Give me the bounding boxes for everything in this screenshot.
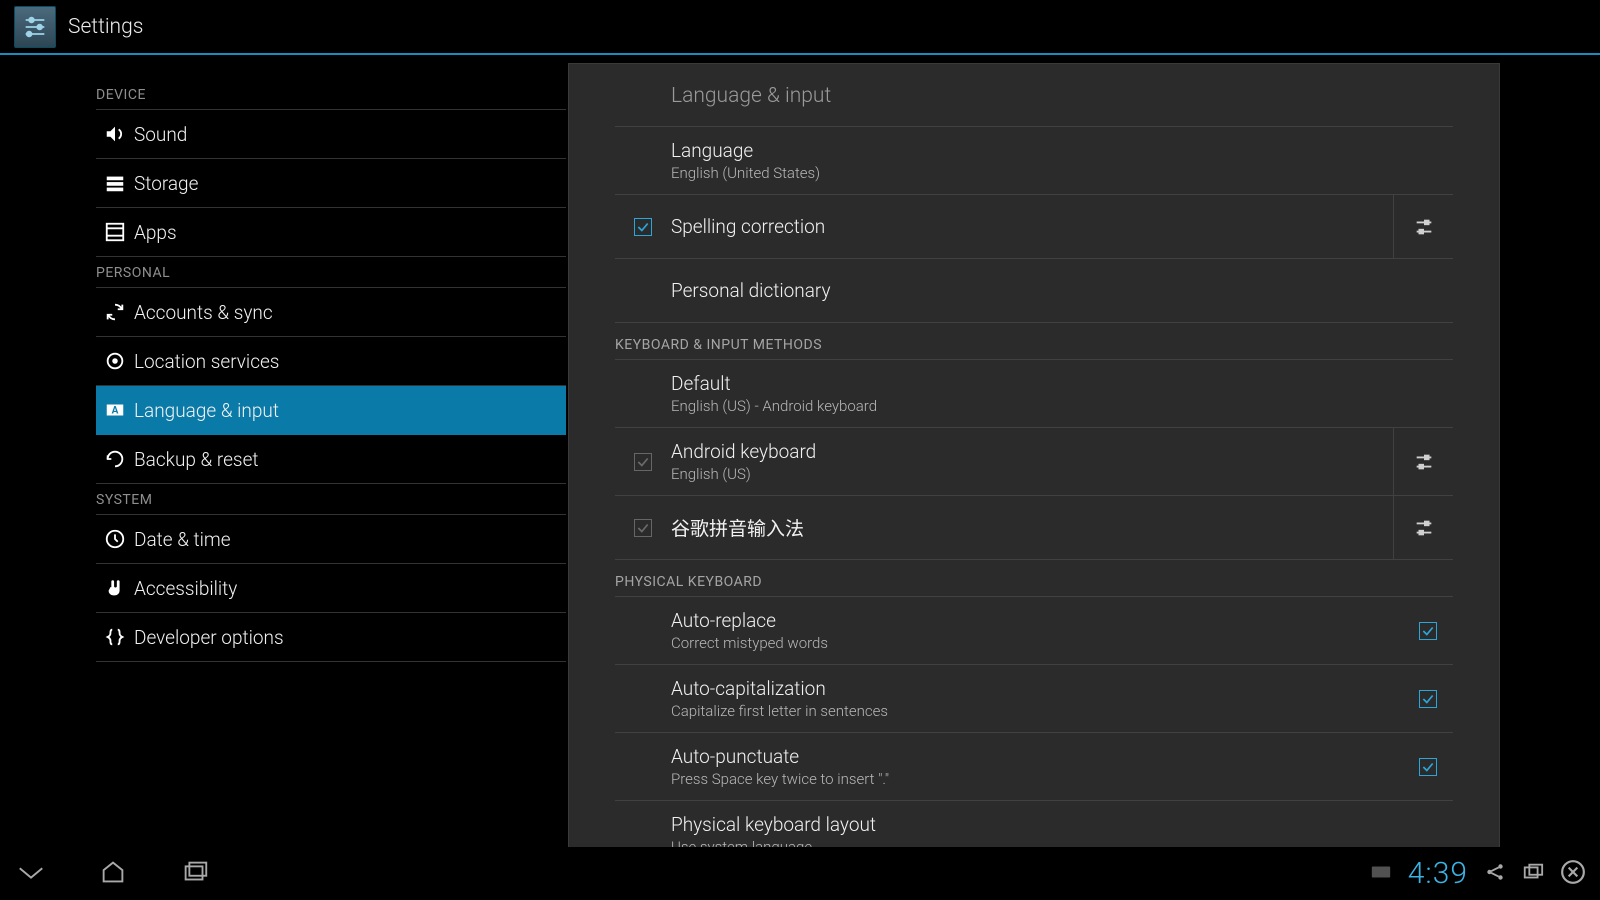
- ime-android-settings-button[interactable]: [1393, 428, 1453, 495]
- nav-item-backup[interactable]: Backup & reset: [96, 435, 566, 484]
- close-button[interactable]: [1560, 859, 1586, 889]
- home-button[interactable]: [98, 857, 128, 891]
- section-header-keyboard: KEYBOARD & INPUT METHODS: [615, 323, 1453, 360]
- row-default-ime[interactable]: Default English (US) - Android keyboard: [615, 360, 1453, 428]
- recent-apps-button[interactable]: [180, 857, 210, 891]
- checkbox-ime-pinyin[interactable]: [634, 519, 652, 537]
- hand-icon: [98, 577, 132, 599]
- checkbox-ime-android[interactable]: [634, 453, 652, 471]
- nav-item-accounts[interactable]: Accounts & sync: [96, 288, 566, 337]
- nav-item-developer[interactable]: Developer options: [96, 613, 566, 662]
- row-label: Auto-replace: [671, 609, 1403, 632]
- row-value: Correct mistyped words: [671, 634, 1403, 652]
- ime-pinyin-settings-button[interactable]: [1393, 496, 1453, 559]
- back-button[interactable]: [16, 857, 46, 891]
- nav-header-personal: PERSONAL: [96, 257, 566, 288]
- row-ime-google-pinyin[interactable]: 谷歌拼音输入法: [615, 496, 1453, 560]
- checkbox-spelling[interactable]: [634, 218, 652, 236]
- row-value: English (United States): [671, 164, 1453, 182]
- nav-header-system: SYSTEM: [96, 484, 566, 515]
- row-value: English (US): [671, 465, 1393, 483]
- nav-item-label: Backup & reset: [134, 448, 259, 471]
- nav-item-label: Accessibility: [134, 577, 237, 600]
- status-clock[interactable]: 4:39: [1408, 856, 1468, 891]
- detail-panel: Language & input Language English (Unite…: [568, 63, 1500, 853]
- svg-text:A: A: [112, 406, 119, 417]
- nav-item-label: Location services: [134, 350, 279, 373]
- nav-item-label: Sound: [134, 123, 187, 146]
- row-language[interactable]: Language English (United States): [615, 127, 1453, 195]
- settings-nav: DEVICE Sound Storage Apps PERSONAL Accou: [0, 57, 566, 847]
- apps-icon: [98, 221, 132, 243]
- row-label: Android keyboard: [671, 440, 1393, 463]
- row-label: Physical keyboard layout: [671, 813, 1453, 836]
- keyboard-a-icon: A: [98, 399, 132, 421]
- row-value: English (US) - Android keyboard: [671, 397, 1453, 415]
- pane-title: Language & input: [615, 64, 1453, 127]
- row-auto-replace[interactable]: Auto-replace Correct mistyped words: [615, 597, 1453, 665]
- ime-indicator-icon[interactable]: [1370, 861, 1392, 887]
- nav-item-label: Accounts & sync: [134, 301, 273, 324]
- row-label: 谷歌拼音输入法: [671, 514, 1393, 541]
- braces-icon: [98, 626, 132, 648]
- nav-item-datetime[interactable]: Date & time: [96, 515, 566, 564]
- checkbox-auto-punct[interactable]: [1419, 758, 1437, 776]
- row-label: Default: [671, 372, 1453, 395]
- row-label: Spelling correction: [671, 215, 1393, 238]
- row-value: Capitalize first letter in sentences: [671, 702, 1403, 720]
- nav-item-label: Storage: [134, 172, 198, 195]
- nav-item-apps[interactable]: Apps: [96, 208, 566, 257]
- nav-item-accessibility[interactable]: Accessibility: [96, 564, 566, 613]
- nav-item-language-input[interactable]: A Language & input: [96, 386, 566, 435]
- row-personal-dictionary[interactable]: Personal dictionary: [615, 259, 1453, 323]
- nav-item-sound[interactable]: Sound: [96, 110, 566, 159]
- nav-item-label: Apps: [134, 221, 177, 244]
- row-value: Press Space key twice to insert ".": [671, 770, 1403, 788]
- row-label: Auto-punctuate: [671, 745, 1403, 768]
- nav-item-label: Language & input: [134, 399, 279, 422]
- row-physical-layout[interactable]: Physical keyboard layout Use system lang…: [615, 801, 1453, 853]
- nav-item-storage[interactable]: Storage: [96, 159, 566, 208]
- checkbox-auto-replace[interactable]: [1419, 622, 1437, 640]
- row-auto-punctuate[interactable]: Auto-punctuate Press Space key twice to …: [615, 733, 1453, 801]
- screenshot-icon[interactable]: [1522, 861, 1544, 887]
- checkbox-auto-cap[interactable]: [1419, 690, 1437, 708]
- action-bar-title: Settings: [68, 15, 143, 39]
- clock-icon: [98, 528, 132, 550]
- storage-icon: [98, 172, 132, 194]
- row-auto-capitalization[interactable]: Auto-capitalization Capitalize first let…: [615, 665, 1453, 733]
- spelling-settings-button[interactable]: [1393, 195, 1453, 258]
- nav-header-device: DEVICE: [96, 79, 566, 110]
- settings-app-icon: [14, 6, 56, 48]
- nav-item-label: Developer options: [134, 626, 284, 649]
- sync-icon: [98, 301, 132, 323]
- nav-item-location[interactable]: Location services: [96, 337, 566, 386]
- section-header-physical: PHYSICAL KEYBOARD: [615, 560, 1453, 597]
- row-label: Language: [671, 139, 1453, 162]
- row-label: Auto-capitalization: [671, 677, 1403, 700]
- nav-item-label: Date & time: [134, 528, 231, 551]
- share-icon[interactable]: [1484, 861, 1506, 887]
- row-label: Personal dictionary: [671, 279, 1453, 302]
- system-nav-bar: 4:39: [0, 847, 1600, 900]
- backup-icon: [98, 448, 132, 470]
- location-icon: [98, 350, 132, 372]
- row-spelling-correction[interactable]: Spelling correction: [615, 195, 1453, 259]
- row-ime-android-keyboard[interactable]: Android keyboard English (US): [615, 428, 1453, 496]
- speaker-icon: [98, 123, 132, 145]
- action-bar: Settings: [0, 0, 1600, 55]
